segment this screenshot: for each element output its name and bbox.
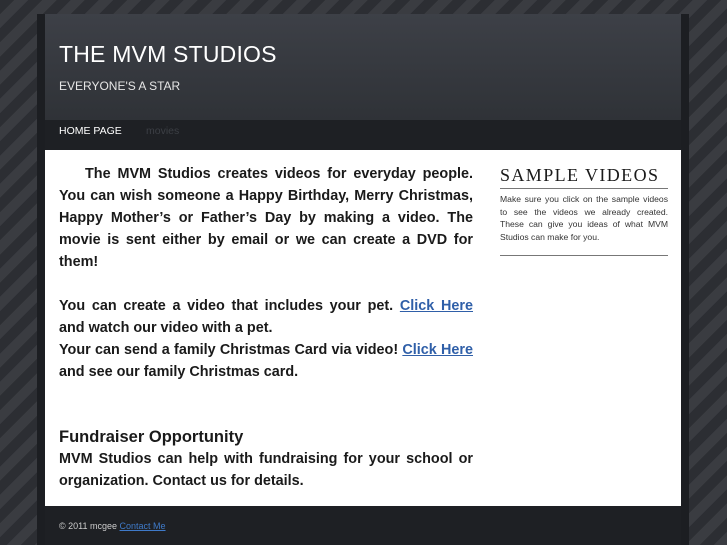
copyright-text: © 2011 mcgee: [59, 521, 117, 531]
christmas-card-link[interactable]: Click Here: [402, 342, 473, 358]
main-nav: HOME PAGE movies: [45, 120, 681, 150]
sidebar-text: Make sure you click on the sample videos…: [500, 194, 668, 242]
site-title: THE MVM STUDIOS: [59, 41, 277, 67]
pet-video-tail: and watch our video with a pet.: [59, 320, 273, 336]
sidebar-title: SAMPLE VIDEOS: [500, 163, 668, 189]
fundraiser-heading: Fundraiser Opportunity: [59, 428, 244, 446]
page-wrapper: THE MVM STUDIOS EVERYONE'S A STAR HOME P…: [37, 14, 689, 545]
main-column: The MVM Studios creates videos for every…: [59, 163, 473, 492]
christmas-card-paragraph: Your can send a family Christmas Card vi…: [59, 339, 473, 383]
pet-video-link[interactable]: Click Here: [400, 298, 473, 314]
sidebar: SAMPLE VIDEOS Make sure you click on the…: [500, 163, 668, 257]
site-tagline: EVERYONE'S A STAR: [59, 79, 181, 93]
intro-paragraph: The MVM Studios creates videos for every…: [59, 166, 473, 270]
christmas-card-text: Your can send a family Christmas Card vi…: [59, 342, 399, 358]
site-header: THE MVM STUDIOS EVERYONE'S A STAR: [45, 14, 681, 120]
nav-item-movies[interactable]: movies: [146, 125, 179, 137]
christmas-card-tail: and see our family Christmas card.: [59, 364, 299, 380]
pet-video-paragraph: You can create a video that includes you…: [59, 295, 473, 339]
pet-video-text: You can create a video that includes you…: [59, 298, 394, 314]
site-footer: © 2011 mcgee Contact Me: [45, 506, 681, 545]
sidebar-divider: [500, 255, 668, 257]
content-area: The MVM Studios creates videos for every…: [45, 150, 681, 506]
fundraiser-paragraph: MVM Studios can help with fundraising fo…: [59, 451, 473, 489]
contact-me-link[interactable]: Contact Me: [120, 521, 166, 531]
footer-text: © 2011 mcgee Contact Me: [59, 521, 166, 531]
nav-item-home-page[interactable]: HOME PAGE: [59, 125, 122, 137]
